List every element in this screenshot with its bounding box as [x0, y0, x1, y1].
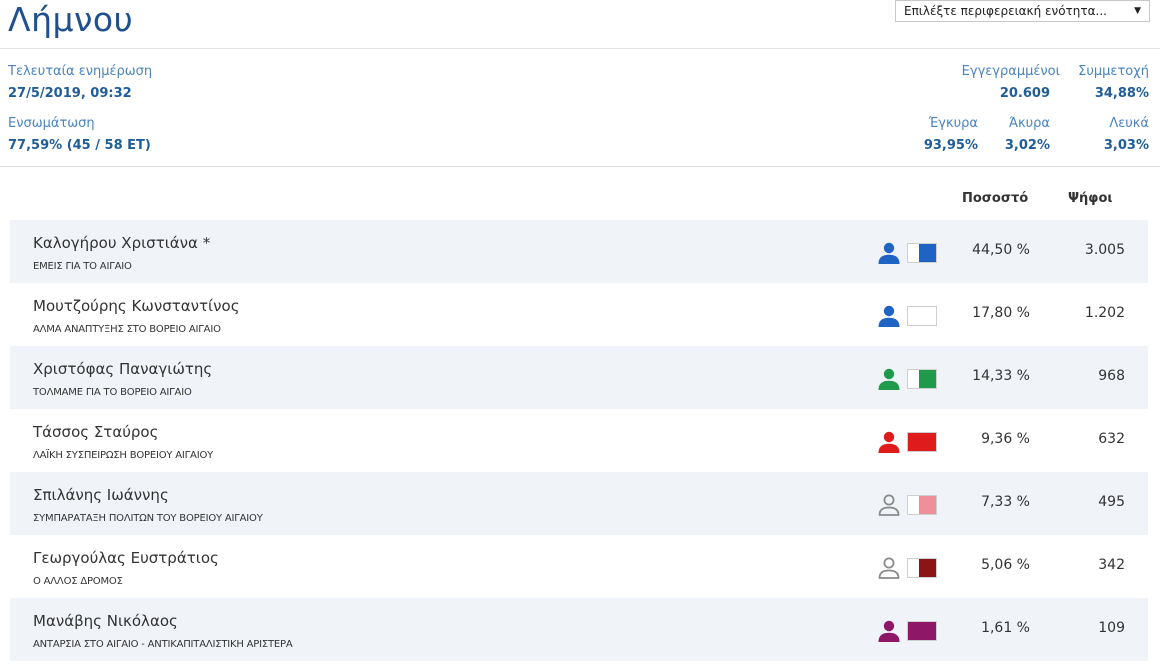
candidate-name: Γεωργούλας Ευστράτιος [33, 549, 219, 567]
candidate-name: Σπιλάνης Ιωάννης [33, 486, 169, 504]
candidate-name: Καλογήρου Χριστιάνα * [33, 234, 211, 252]
person-filled-icon [878, 368, 900, 390]
divider [0, 166, 1160, 167]
region-select-value: Επιλέξτε περιφερειακή ενότητα... [904, 4, 1107, 18]
party-name: ΛΑΪΚΗ ΣΥΣΠΕΙΡΩΣΗ ΒΟΡΕΙΟΥ ΑΙΓΑΙΟΥ [33, 450, 214, 461]
column-header-percent: Ποσοστό [962, 191, 1029, 206]
votes-value: 3.005 [1084, 242, 1125, 258]
person-outline-icon [878, 557, 900, 579]
turnout-label: Συμμετοχή [1078, 64, 1149, 79]
invalid-value: 3,02% [1004, 138, 1050, 153]
turnout-value: 34,88% [1094, 86, 1149, 101]
party-name: ΣΥΜΠΑΡΑΤΑΞΗ ΠΟΛΙΤΩΝ ΤΟΥ ΒΟΡΕΙΟΥ ΑΙΓΑΙΟΥ [33, 513, 263, 524]
swatch-fill [919, 370, 936, 388]
divider [0, 48, 1160, 49]
candidate-name: Τάσσος Σταύρος [33, 423, 159, 441]
party-name: ΕΜΕΙΣ ΓΙΑ ΤΟ ΑΙΓΑΙΟ [33, 261, 132, 272]
person-filled-icon [878, 431, 900, 453]
color-swatch [907, 495, 937, 515]
votes-value: 968 [1098, 368, 1125, 384]
party-name: ΑΝΤΑΡΣΙΑ ΣΤΟ ΑΙΓΑΙΟ - ΑΝΤΙΚΑΠΙΤΑΛΙΣΤΙΚΗ … [33, 639, 293, 650]
column-header-votes: Ψήφοι [1068, 191, 1113, 206]
color-swatch [907, 432, 937, 452]
swatch-fill [919, 244, 936, 262]
percent-value: 9,36 % [981, 431, 1030, 447]
list-item[interactable]: Χριστόφας Παναγιώτης ΤΟΛΜΑΜΕ ΓΙΑ ΤΟ ΒΟΡΕ… [10, 346, 1148, 409]
votes-value: 109 [1098, 620, 1125, 636]
integration-pct: 77,59% [8, 138, 63, 153]
person-filled-icon [878, 242, 900, 264]
list-item[interactable]: Καλογήρου Χριστιάνα * ΕΜΕΙΣ ΓΙΑ ΤΟ ΑΙΓΑΙ… [10, 220, 1148, 283]
registered-label: Εγγεγραμμένοι [961, 64, 1060, 79]
color-swatch [907, 369, 937, 389]
page-title: Λήμνου [8, 0, 134, 39]
integration-value: 77,59% (45 / 58 ΕΤ) [8, 138, 151, 153]
color-swatch [907, 621, 937, 641]
integration-label: Ενσωμάτωση [8, 116, 95, 131]
party-name: Ο ΑΛΛΟΣ ΔΡΟΜΟΣ [33, 576, 123, 587]
valid-value: 93,95% [923, 138, 978, 153]
candidate-name: Χριστόφας Παναγιώτης [33, 360, 213, 378]
person-outline-icon [878, 494, 900, 516]
party-name: ΤΟΛΜΑΜΕ ΓΙΑ ΤΟ ΒΟΡΕΙΟ ΑΙΓΑΙΟ [33, 387, 192, 398]
chevron-down-icon: ▼ [1134, 6, 1141, 16]
party-name: ΑΛΜΑ ΑΝΑΠΤΥΞΗΣ ΣΤΟ ΒΟΡΕΙΟ ΑΙΓΑΙΟ [33, 324, 221, 335]
percent-value: 1,61 % [981, 620, 1030, 636]
list-item[interactable]: Σπιλάνης Ιωάννης ΣΥΜΠΑΡΑΤΑΞΗ ΠΟΛΙΤΩΝ ΤΟΥ… [10, 472, 1148, 535]
percent-value: 44,50 % [972, 242, 1030, 258]
last-update-value: 27/5/2019, 09:32 [8, 86, 132, 101]
candidate-name: Μουτζούρης Κωνσταντίνος [33, 297, 240, 315]
votes-value: 495 [1098, 494, 1125, 510]
list-item[interactable]: Γεωργούλας Ευστράτιος Ο ΑΛΛΟΣ ΔΡΟΜΟΣ 5,0… [10, 535, 1148, 598]
votes-value: 1.202 [1084, 305, 1125, 321]
person-filled-icon [878, 620, 900, 642]
list-item[interactable]: Τάσσος Σταύρος ΛΑΪΚΗ ΣΥΣΠΕΙΡΩΣΗ ΒΟΡΕΙΟΥ … [10, 409, 1148, 472]
last-update-label: Τελευταία ενημέρωση [8, 64, 153, 79]
color-swatch [907, 306, 937, 326]
region-select[interactable]: Επιλέξτε περιφερειακή ενότητα... ▼ [895, 0, 1150, 22]
percent-value: 5,06 % [981, 557, 1030, 573]
color-swatch [907, 558, 937, 578]
percent-value: 17,80 % [972, 305, 1030, 321]
list-item[interactable]: Μουτζούρης Κωνσταντίνος ΑΛΜΑ ΑΝΑΠΤΥΞΗΣ Σ… [10, 283, 1148, 346]
list-item[interactable]: Μανάβης Νικόλαος ΑΝΤΑΡΣΙΑ ΣΤΟ ΑΙΓΑΙΟ - Α… [10, 598, 1148, 661]
percent-value: 7,33 % [981, 494, 1030, 510]
swatch-fill [919, 559, 936, 577]
invalid-label: Άκυρα [1008, 116, 1050, 131]
votes-value: 632 [1098, 431, 1125, 447]
registered-value: 20.609 [999, 86, 1050, 101]
swatch-fill [908, 433, 936, 451]
person-filled-icon [878, 305, 900, 327]
swatch-fill [908, 622, 936, 640]
votes-value: 342 [1098, 557, 1125, 573]
candidate-name: Μανάβης Νικόλαος [33, 612, 178, 630]
valid-label: Έγκυρα [928, 116, 978, 131]
blank-value: 3,03% [1103, 138, 1149, 153]
percent-value: 14,33 % [972, 368, 1030, 384]
color-swatch [907, 243, 937, 263]
integration-count: (45 / 58 ΕΤ) [66, 138, 151, 153]
blank-label: Λευκά [1109, 116, 1149, 131]
swatch-fill [919, 496, 936, 514]
